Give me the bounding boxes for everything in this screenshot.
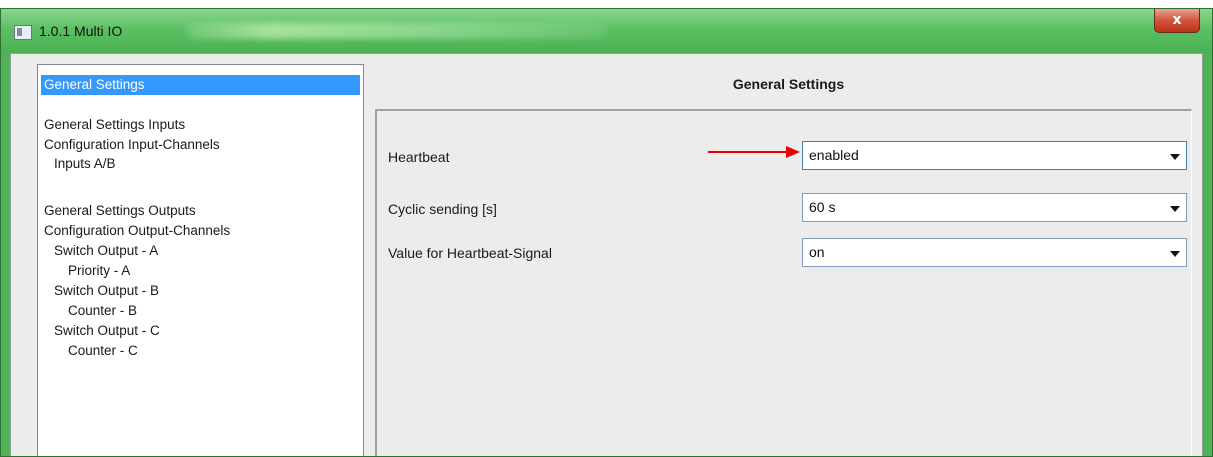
client-area: General Settings General Settings Inputs… — [10, 53, 1203, 456]
nav-item-counter-c[interactable]: Counter - C — [65, 341, 138, 361]
nav-item-switch-output-b[interactable]: Switch Output - B — [51, 281, 159, 301]
chevron-down-icon — [1170, 206, 1180, 212]
heartbeat-signal-value-label: Value for Heartbeat-Signal — [388, 245, 552, 261]
heartbeat-signal-value-select[interactable]: on — [802, 238, 1187, 267]
nav-item-switch-output-a[interactable]: Switch Output - A — [51, 241, 158, 261]
window-title: 1.0.1 Multi IO — [39, 23, 123, 39]
nav-item-priority-a[interactable]: Priority - A — [65, 261, 130, 281]
nav-item-general-settings-inputs[interactable]: General Settings Inputs — [41, 115, 185, 135]
heartbeat-select[interactable]: enabled — [802, 141, 1187, 170]
nav-item-configuration-output-channels[interactable]: Configuration Output-Channels — [41, 221, 230, 241]
chevron-down-icon — [1170, 251, 1180, 257]
title-bar[interactable]: 1.0.1 Multi IO x — [1, 9, 1212, 53]
nav-item-configuration-input-channels[interactable]: Configuration Input-Channels — [41, 135, 220, 155]
nav-item-switch-output-c[interactable]: Switch Output - C — [51, 321, 160, 341]
parameter-panel: Heartbeat enabled Cyclic sending [s] 60 … — [375, 109, 1192, 456]
close-icon[interactable]: x — [1154, 9, 1200, 33]
chevron-down-icon — [1170, 154, 1180, 160]
nav-item-inputs-ab[interactable]: Inputs A/B — [51, 154, 116, 174]
window-app-icon — [14, 25, 32, 40]
nav-item-general-settings[interactable]: General Settings — [41, 75, 360, 95]
annotation-arrow — [708, 146, 800, 158]
app-window: 1.0.1 Multi IO x General Settings Genera… — [0, 8, 1213, 457]
nav-item-general-settings-outputs[interactable]: General Settings Outputs — [41, 201, 196, 221]
title-bar-menu-ghost — [186, 23, 606, 39]
cyclic-sending-label: Cyclic sending [s] — [388, 201, 497, 217]
heartbeat-signal-value: on — [809, 244, 825, 260]
heartbeat-label: Heartbeat — [388, 149, 450, 165]
nav-item-counter-b[interactable]: Counter - B — [65, 301, 137, 321]
cyclic-sending-value: 60 s — [809, 199, 836, 215]
heartbeat-value: enabled — [809, 147, 859, 163]
settings-navigation-list: General Settings General Settings Inputs… — [37, 64, 364, 456]
page-title: General Settings — [732, 76, 845, 92]
cyclic-sending-select[interactable]: 60 s — [802, 193, 1187, 222]
